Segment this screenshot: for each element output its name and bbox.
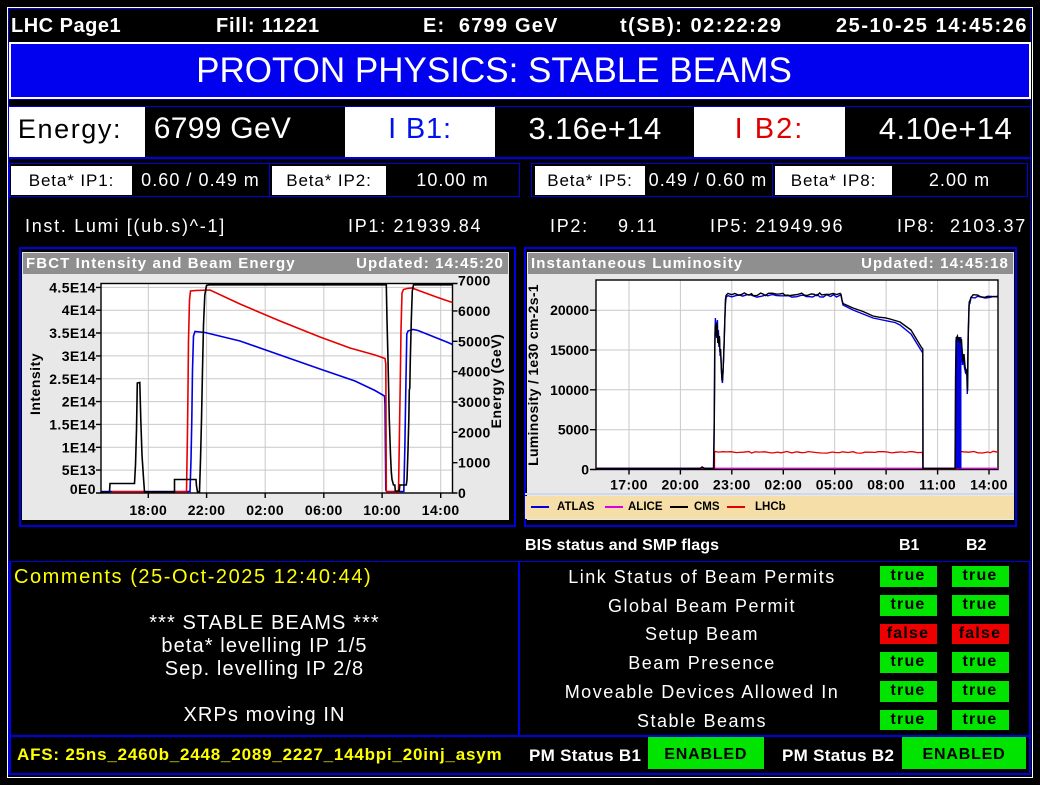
svg-text:10:00: 10:00 [363,502,401,518]
svg-text:14:00: 14:00 [970,477,1008,493]
svg-text:0E0: 0E0 [70,481,96,497]
svg-text:5000: 5000 [458,333,491,349]
svg-text:5000: 5000 [558,422,589,438]
svg-text:14:00: 14:00 [422,502,460,518]
svg-text:05:00: 05:00 [816,477,854,493]
svg-text:1000: 1000 [458,455,491,471]
svg-text:4.5E14: 4.5E14 [49,279,96,295]
svg-text:10000: 10000 [550,382,589,398]
svg-text:15000: 15000 [550,342,589,358]
svg-text:1E14: 1E14 [62,439,96,455]
svg-text:Energy (GeV): Energy (GeV) [488,334,504,429]
svg-text:3.5E14: 3.5E14 [49,325,96,341]
svg-text:06:00: 06:00 [305,502,343,518]
svg-text:3E14: 3E14 [62,348,96,364]
svg-text:5E13: 5E13 [62,462,96,478]
svg-text:4E14: 4E14 [62,302,96,318]
svg-text:6000: 6000 [458,303,491,319]
svg-text:02:00: 02:00 [246,502,284,518]
svg-text:18:00: 18:00 [129,502,167,518]
svg-text:0: 0 [581,462,589,478]
svg-text:1.5E14: 1.5E14 [49,416,96,432]
svg-text:2.5E14: 2.5E14 [49,371,96,387]
svg-text:22:00: 22:00 [188,502,226,518]
svg-text:0: 0 [458,485,466,501]
svg-text:4000: 4000 [458,364,491,380]
svg-text:08:00: 08:00 [867,477,905,493]
svg-text:3000: 3000 [458,394,491,410]
svg-text:17:00: 17:00 [610,477,648,493]
svg-text:7000: 7000 [458,273,491,289]
svg-text:Luminosity / 1e30 cm-2s-1: Luminosity / 1e30 cm-2s-1 [526,284,541,466]
svg-text:20:00: 20:00 [661,477,699,493]
svg-text:2000: 2000 [458,424,491,440]
svg-text:2E14: 2E14 [62,394,96,410]
svg-text:02:00: 02:00 [764,477,802,493]
svg-text:23:00: 23:00 [713,477,751,493]
svg-text:Intensity: Intensity [27,353,43,415]
svg-text:11:00: 11:00 [919,477,956,493]
svg-text:20000: 20000 [550,302,589,318]
